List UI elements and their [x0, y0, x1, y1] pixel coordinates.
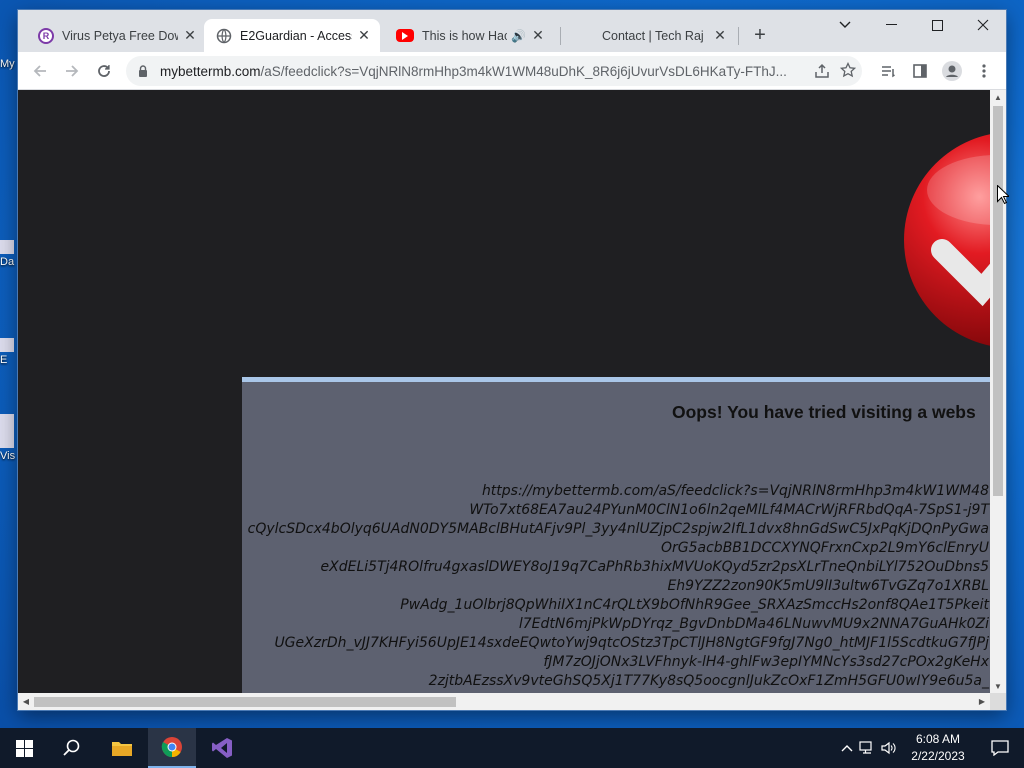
share-icon[interactable] — [814, 63, 830, 84]
blocked-url-text: https://mybettermb.com/aS/feedclick?s=Vq… — [242, 482, 989, 691]
site-favicon-icon: R — [38, 27, 54, 44]
desktop-icon-glyph — [0, 240, 14, 254]
reading-list-icon[interactable] — [874, 57, 902, 85]
youtube-icon — [396, 29, 414, 42]
url-text[interactable]: mybettermb.com/aS/feedclick?s=VqjNRlN8rm… — [160, 64, 800, 79]
horizontal-scrollbar[interactable]: ◀ ▶ — [18, 693, 990, 710]
red-download-icon — [904, 134, 990, 346]
url-line: cQylcSDcx4bOlyq6UAdN0DY5MABclBHutAFjv9Pl… — [247, 521, 989, 537]
tab-title: Contact | Tech Raj — [602, 28, 704, 43]
url-line: 2zjtbAEzssXv9vteGhSQ5Xj1T77Ky8sQ5oocgnlJ… — [428, 673, 989, 689]
tab-separator — [560, 27, 561, 45]
browser-window: R Virus Petya Free Dow ✕ E2Guardian - Ac… — [18, 10, 1006, 710]
url-line: fJM7zOJjONx3LVFhnyk-lH4-ghlFw3epIYMNcYs3… — [543, 654, 989, 670]
scroll-up-icon[interactable]: ▲ — [990, 90, 1006, 104]
notifications-icon[interactable] — [976, 728, 1024, 768]
mouse-cursor-icon — [997, 185, 1009, 205]
tab-strip: R Virus Petya Free Dow ✕ E2Guardian - Ac… — [18, 10, 1006, 52]
back-button[interactable] — [26, 57, 54, 85]
new-tab-button[interactable]: + — [748, 23, 772, 47]
search-icon[interactable] — [48, 728, 96, 768]
url-line: eXdELi5Tj4ROlfru4gxaslDWEY8oJ19q7CaPhRb3… — [320, 559, 989, 575]
tab-virus-petya[interactable]: R Virus Petya Free Dow ✕ — [26, 19, 206, 52]
desktop-icon[interactable]: Da — [0, 240, 18, 268]
url-line: l7EdtN6mjPkWpDYrqz_BgvDnbDMa46LNuwvMU9x2… — [518, 616, 989, 632]
close-window-button[interactable] — [960, 10, 1006, 40]
desktop-icon-glyph — [0, 338, 14, 352]
taskbar-clock[interactable]: 6:08 AM 2/22/2023 — [898, 731, 978, 765]
url-line: Eh9YZZ2zon90K5mU9lI3ultw6TvGZq7o1XRBL — [667, 578, 989, 594]
tab-youtube[interactable]: This is how Hack 🔊 ✕ — [384, 19, 554, 52]
url-line: https://mybettermb.com/aS/feedclick?s=Vq… — [481, 483, 989, 499]
scrollbar-thumb[interactable] — [34, 697, 456, 707]
vertical-scrollbar[interactable]: ▲ ▼ — [990, 90, 1006, 693]
scrollbar-corner — [990, 693, 1006, 710]
desktop-icon[interactable]: My — [0, 58, 18, 70]
address-bar[interactable]: mybettermb.com/aS/feedclick?s=VqjNRlN8rm… — [126, 56, 862, 86]
reload-button[interactable] — [90, 57, 118, 85]
desktop-icon-glyph — [0, 414, 14, 448]
url-line: PwAdg_1uOlbrj8QpWhiIX1nC4rQLtX9bOfNhR9Ge… — [400, 597, 989, 613]
globe-icon — [216, 27, 232, 44]
speaker-icon[interactable]: 🔊 — [511, 29, 526, 43]
warning-heading: Oops! You have tried visiting a webs — [672, 402, 976, 422]
star-icon[interactable] — [839, 61, 857, 83]
scroll-down-icon[interactable]: ▼ — [990, 679, 1006, 693]
desktop-icon[interactable]: E — [0, 338, 18, 366]
page-viewport: Oops! You have tried visiting a webs htt… — [18, 90, 990, 693]
url-line: OrG5acbBB1DCCXYNQFrxnCxp2L9mY6clEnryU — [661, 540, 989, 556]
scroll-left-icon[interactable]: ◀ — [18, 693, 34, 710]
url-line: UGeXzrDh_vJJ7KHFyi56UpJE14sxdeEQwtoYwj9q… — [274, 635, 989, 651]
chrome-icon[interactable] — [148, 728, 196, 768]
tab-separator — [738, 27, 739, 45]
browser-toolbar: mybettermb.com/aS/feedclick?s=VqjNRlN8rm… — [18, 52, 1006, 90]
network-icon[interactable] — [856, 741, 878, 755]
menu-kebab-icon[interactable] — [970, 57, 998, 85]
tab-e2guardian[interactable]: E2Guardian - Access ✕ — [204, 19, 380, 52]
tab-title: Virus Petya Free Dow — [62, 28, 178, 43]
maximize-button[interactable] — [914, 10, 960, 40]
close-icon[interactable]: ✕ — [182, 27, 198, 44]
clock-time: 6:08 AM — [915, 732, 961, 746]
taskbar: 6:08 AM 2/22/2023 — [0, 728, 1024, 768]
blank-favicon-icon — [578, 28, 594, 44]
visual-studio-icon[interactable] — [198, 728, 246, 768]
lock-icon[interactable] — [138, 65, 150, 77]
tab-search-icon[interactable] — [822, 10, 868, 40]
warning-panel: Oops! You have tried visiting a webs htt… — [242, 377, 990, 693]
scroll-right-icon[interactable]: ▶ — [974, 693, 990, 710]
desktop-icon[interactable]: Vis — [0, 414, 18, 462]
tab-title: This is how Hack — [422, 28, 508, 43]
close-icon[interactable]: ✕ — [712, 27, 728, 44]
close-icon[interactable]: ✕ — [530, 27, 546, 44]
minimize-button[interactable] — [868, 10, 914, 40]
tab-contact-tech-raj[interactable]: Contact | Tech Raj ✕ — [566, 19, 736, 52]
volume-icon[interactable] — [878, 741, 900, 755]
system-tray — [838, 728, 900, 768]
profile-avatar-icon[interactable] — [938, 57, 966, 85]
chevron-up-icon[interactable] — [838, 744, 856, 752]
clock-date: 2/22/2023 — [911, 749, 965, 763]
side-panel-icon[interactable] — [906, 57, 934, 85]
start-icon[interactable] — [0, 728, 48, 768]
tab-title: E2Guardian - Access — [240, 28, 352, 43]
url-line: WTo7xt68EA7au24PYunM0ClN1o6ln2qeMlLf4MAC… — [469, 502, 989, 518]
file-explorer-icon[interactable] — [98, 728, 146, 768]
forward-button[interactable] — [58, 57, 86, 85]
close-icon[interactable]: ✕ — [356, 27, 372, 44]
scrollbar-thumb[interactable] — [993, 106, 1003, 496]
url-host: mybettermb.com — [160, 63, 261, 79]
url-path: /aS/feedclick?s=VqjNRlN8rmHhp3m4kW1WM48u… — [260, 63, 787, 79]
